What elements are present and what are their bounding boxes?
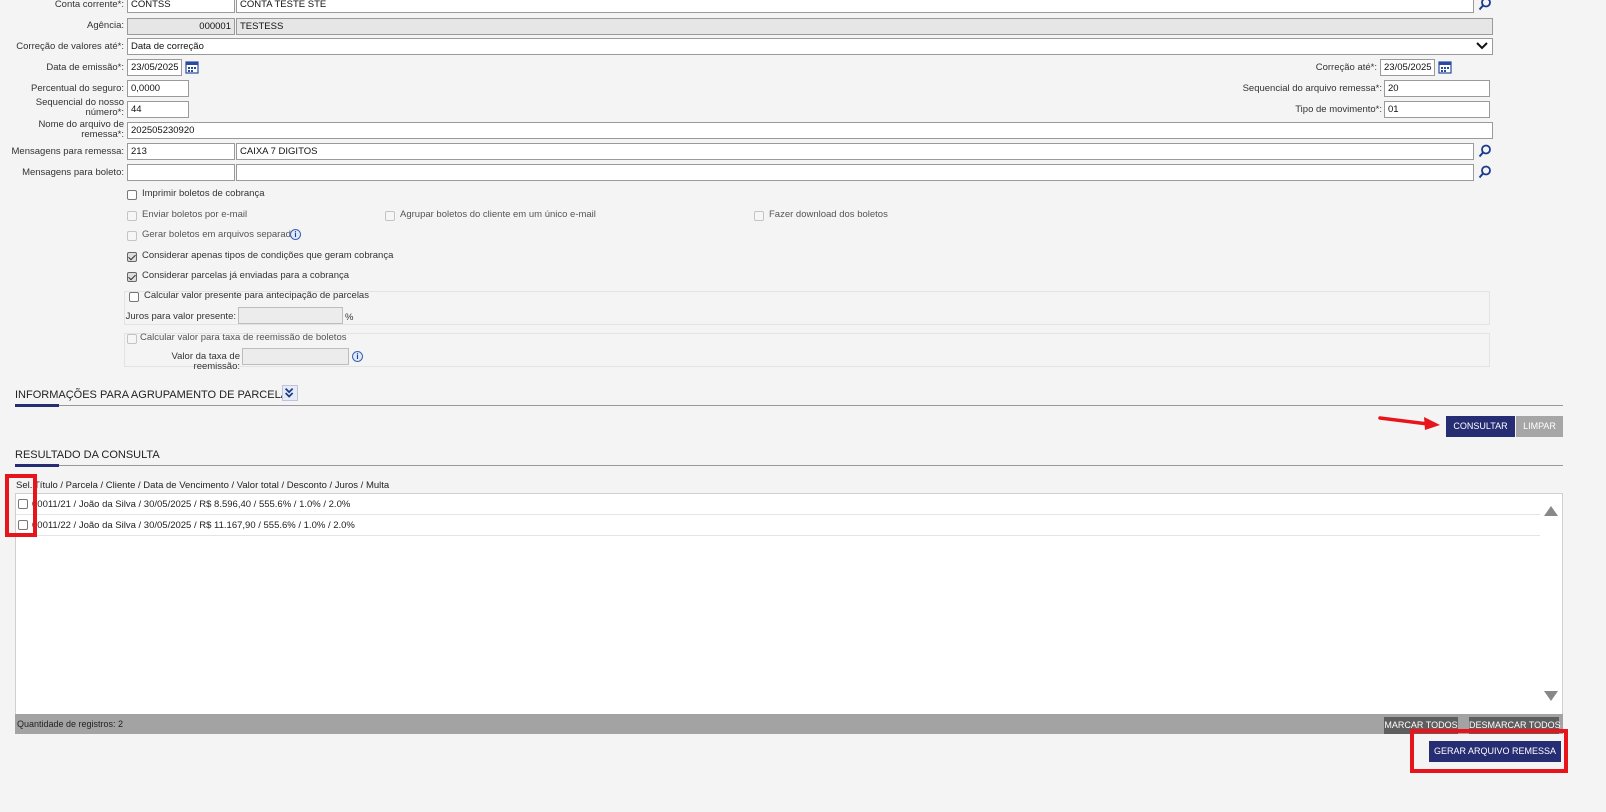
correcao-ate-label: Correção até*: [1315,62,1377,73]
agencia-name-input: TESTESS [236,18,1493,35]
considerar-tipos-label: Considerar apenas tipos de condições que… [142,250,394,261]
row-text: 00011/21 / João da Silva / 30/05/2025 / … [32,499,351,510]
valor-taxa-reemissao-input[interactable] [242,348,349,365]
mensagens-remessa-code-input[interactable]: 213 [127,143,235,160]
correcao-valores-label: Correção de valores até*: [16,41,124,52]
expand-section-button[interactable] [282,385,298,401]
correcao-valores-select[interactable]: Data de correção [127,38,1493,55]
considerar-parcelas-checkbox[interactable] [127,272,137,282]
download-boletos-checkbox[interactable] [754,211,764,221]
annotation-box-gerar-button [1410,729,1568,773]
chevron-down-icon[interactable] [1476,41,1488,51]
scroll-up-icon[interactable] [1543,505,1559,517]
row-text: 00011/22 / João da Silva / 30/05/2025 / … [32,520,355,531]
section-agrupamento-divider [15,405,1563,406]
data-emissao-label: Data de emissão*: [46,62,124,73]
section-agrupamento-accent [15,404,59,407]
calendar-icon[interactable] [1438,60,1452,74]
info-icon[interactable]: i [290,229,301,240]
conta-corrente-search-icon[interactable] [1478,0,1492,11]
nome-arquivo-label-line2: remessa*: [81,129,124,140]
mensagens-boleto-name-input[interactable] [236,164,1474,181]
percentual-seguro-input[interactable]: 0,0000 [127,80,189,97]
tipo-movimento-input[interactable]: 01 [1384,101,1490,118]
sequencial-nosso-numero-input[interactable]: 44 [127,101,189,118]
imprimir-boletos-label: Imprimir boletos de cobrança [142,188,265,199]
sequencial-arquivo-label: Sequencial do arquivo remessa*: [1242,83,1382,94]
nome-arquivo-input[interactable]: 202505230920 [127,122,1493,139]
juros-unit: % [345,312,354,323]
calc-taxa-reemissao-label: Calcular valor para taxa de reemissão de… [140,332,347,343]
section-resultado-divider [15,465,1563,466]
table-footer [15,714,1563,734]
sequencial-nosso-numero-label-line2: número*: [85,107,124,118]
mensagens-remessa-search-icon[interactable] [1478,144,1492,158]
mensagens-boleto-label: Mensagens para boleto: [22,167,124,178]
agencia-code-input: 000001 [127,18,235,35]
mensagens-boleto-code-input[interactable] [127,164,235,181]
valor-taxa-reemissao-label: Valor da taxa de reemissão: [171,351,240,372]
annotation-box-select-column [5,474,37,537]
sequencial-arquivo-input[interactable]: 20 [1384,80,1490,97]
download-boletos-label: Fazer download dos boletos [769,209,888,220]
considerar-tipos-checkbox[interactable] [127,252,137,262]
percentual-seguro-label: Percentual do seguro: [31,83,124,94]
calendar-icon[interactable] [185,60,199,74]
correcao-ate-input[interactable]: 23/05/2025 [1380,59,1435,76]
juros-valor-presente-label: Juros para valor presente: [125,311,236,322]
agrupar-boletos-label: Agrupar boletos do cliente em um único e… [400,209,596,220]
considerar-parcelas-label: Considerar parcelas já enviadas para a c… [142,270,350,281]
section-resultado-title: RESULTADO DA CONSULTA [15,449,160,461]
gerar-separados-label: Gerar boletos em arquivos separados [142,229,301,240]
nome-arquivo-label: Nome do arquivo de remessa*: [0,120,124,140]
consultar-button[interactable]: CONSULTAR [1446,416,1515,437]
annotation-arrow [1378,416,1440,430]
tipo-movimento-label: Tipo de movimento*: [1295,104,1382,115]
imprimir-boletos-checkbox[interactable] [127,190,137,200]
conta-corrente-label: Conta corrente*: [54,0,124,10]
gerar-separados-checkbox[interactable] [127,231,137,241]
double-chevron-down-icon [285,388,294,398]
mensagens-boleto-search-icon[interactable] [1478,165,1492,179]
mensagens-remessa-label: Mensagens para remessa: [11,146,124,157]
calc-valor-presente-checkbox[interactable] [129,292,139,302]
calc-taxa-reemissao-checkbox[interactable] [127,334,137,344]
table-header-columns: Título / Parcela / Cliente / Data de Ven… [34,480,390,491]
juros-valor-presente-input[interactable] [238,307,343,324]
agencia-label: Agência: [87,20,124,31]
table-row[interactable]: 00011/22 / João da Silva / 30/05/2025 / … [16,515,1540,536]
calc-valor-presente-label: Calcular valor presente para antecipação… [144,290,369,301]
enviar-email-label: Enviar boletos por e-mail [142,209,248,220]
scroll-down-icon[interactable] [1543,690,1559,702]
agrupar-boletos-checkbox[interactable] [385,211,395,221]
sequencial-nosso-numero-label: Sequencial do nosso número*: [0,98,124,118]
conta-corrente-name-input[interactable]: CONTA TESTE STE [236,0,1474,13]
data-emissao-input[interactable]: 23/05/2025 [127,59,182,76]
info-icon[interactable]: i [352,351,363,362]
conta-corrente-code-input[interactable]: CONTSS [127,0,235,13]
enviar-email-checkbox[interactable] [127,211,137,221]
section-resultado-accent [15,464,59,467]
record-count: Quantidade de registros: 2 [17,719,124,729]
table-row[interactable]: 00011/21 / João da Silva / 30/05/2025 / … [16,494,1540,515]
limpar-button[interactable]: LIMPAR [1516,416,1563,437]
section-agrupamento-title: INFORMAÇÕES PARA AGRUPAMENTO DE PARCELAS [15,389,296,401]
mensagens-remessa-name-input[interactable]: CAIXA 7 DIGITOS [236,143,1474,160]
